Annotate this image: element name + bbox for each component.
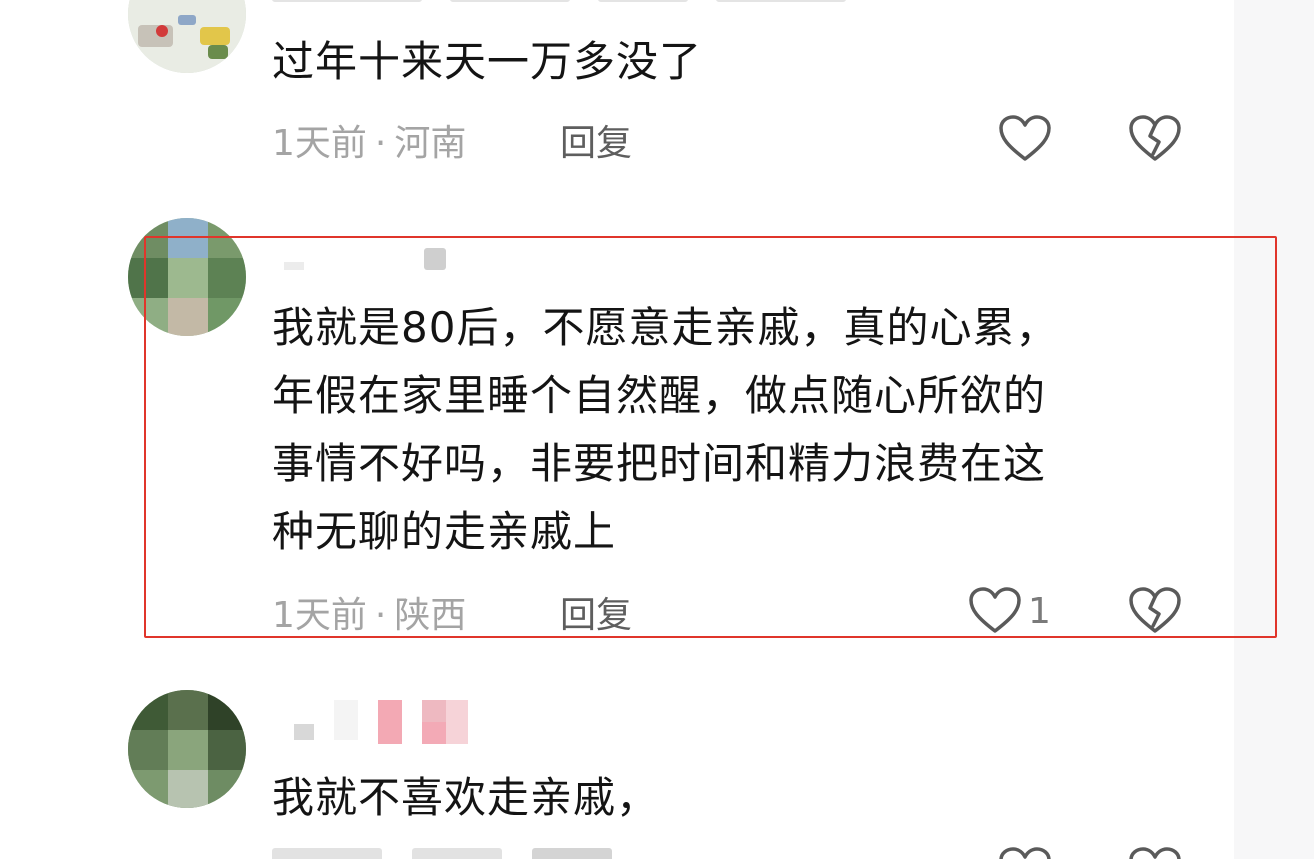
cut-off-meta-row xyxy=(272,848,652,859)
comment-text-line: 我就不喜欢走亲戚， xyxy=(272,773,660,822)
right-margin-strip xyxy=(1234,0,1314,859)
broken-heart-icon xyxy=(1129,847,1181,859)
comment-item-3: 我就不喜欢走亲戚， xyxy=(0,0,1234,859)
comment-text: 我就不喜欢走亲戚， xyxy=(272,764,659,832)
heart-outline-icon xyxy=(999,847,1051,859)
dislike-button[interactable] xyxy=(1128,846,1182,859)
username-blurred[interactable] xyxy=(274,700,494,744)
avatar[interactable] xyxy=(128,690,246,808)
like-button[interactable] xyxy=(998,846,1052,859)
